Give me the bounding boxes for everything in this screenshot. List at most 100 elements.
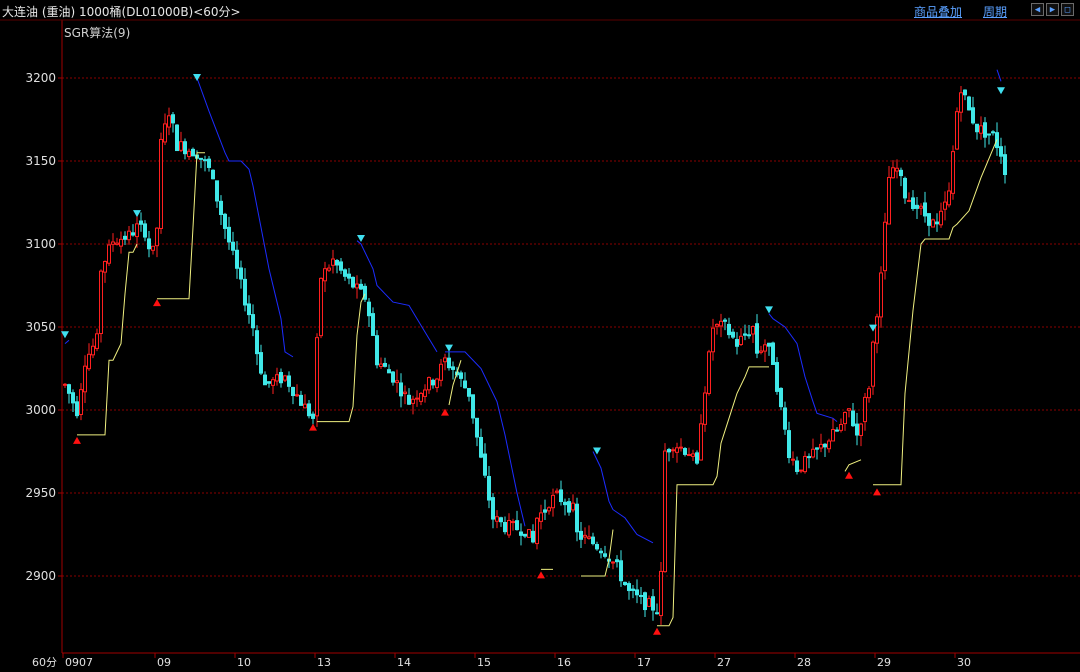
candle-body [543, 509, 547, 513]
candle-body [355, 283, 359, 289]
candle-body [447, 357, 451, 369]
candle-body [375, 335, 379, 366]
y-tick-label: 3050 [25, 320, 56, 334]
candle-body [683, 448, 687, 455]
candle-body [503, 521, 507, 533]
candle-body [979, 125, 983, 134]
support-line [157, 152, 205, 300]
candle-body [479, 436, 483, 458]
candle-body [847, 408, 851, 411]
candle-body [747, 334, 751, 337]
candle-body [723, 319, 727, 322]
candle-body [167, 115, 171, 128]
y-tick-label: 3100 [25, 237, 56, 251]
candle-body [967, 96, 971, 111]
candle-body [343, 269, 347, 277]
candle-body [163, 123, 167, 143]
sell-signal-marker [765, 306, 773, 314]
x-tick-label: 09 [157, 656, 171, 669]
candle-body [311, 413, 315, 419]
candle-body [171, 114, 175, 124]
candle-body [783, 407, 787, 430]
candle-body [659, 570, 663, 617]
candle-body [459, 372, 463, 379]
candle-body [591, 536, 595, 545]
buy-signal-marker [153, 299, 161, 307]
candle-body [863, 396, 867, 423]
candle-body [471, 394, 475, 419]
candle-body [883, 221, 887, 272]
sell-signal-marker [997, 87, 1005, 95]
candle-body [915, 204, 919, 209]
x-tick-label: 13 [317, 656, 331, 669]
candle-body [335, 260, 339, 266]
candle-body [179, 141, 183, 151]
candle-body [807, 456, 811, 459]
candle-body [111, 241, 115, 245]
candle-body [511, 521, 515, 524]
candle-body [515, 520, 519, 531]
candle-body [395, 380, 399, 384]
candle-body [951, 151, 955, 194]
candle-body [703, 392, 707, 425]
candle-body [667, 448, 671, 453]
candle-body [707, 351, 711, 394]
candle-body [855, 423, 859, 436]
candle-body [947, 190, 951, 206]
resistance-line [592, 451, 654, 544]
candle-body [527, 529, 531, 538]
candle-body [119, 238, 123, 247]
candle-body [391, 371, 395, 383]
x-tick-label: 15 [477, 656, 491, 669]
candle-body [271, 379, 275, 386]
candle-body [899, 169, 903, 177]
candle-body [231, 241, 235, 251]
candle-body [103, 260, 107, 273]
candle-body [307, 403, 311, 417]
candle-body [615, 559, 619, 563]
candle-body [999, 146, 1003, 157]
candle-body [655, 612, 659, 615]
candle-body [159, 138, 163, 229]
candle-body [819, 443, 823, 449]
candle-body [267, 381, 271, 384]
candles [63, 86, 1007, 625]
candle-body [411, 398, 415, 404]
candle-body [283, 375, 287, 381]
candle-body [687, 454, 691, 457]
candle-body [403, 391, 407, 395]
candle-body [555, 490, 559, 493]
candle-body [351, 276, 355, 288]
candle-body [75, 401, 79, 417]
candle-body [279, 372, 283, 384]
candle-body [867, 388, 871, 399]
candle-body [1003, 154, 1007, 175]
support-line [317, 293, 366, 423]
candle-body [551, 494, 555, 509]
candle-body [443, 357, 447, 363]
candle-body [619, 560, 623, 582]
resistance-line [445, 351, 526, 527]
sell-signal-marker [445, 344, 453, 352]
candle-body [603, 553, 607, 557]
candle-body [499, 517, 503, 523]
candle-body [387, 369, 391, 374]
candlestick-chart: 2900 2950 3000 3050 3100 3150 3200 60分 0907 09 10… [0, 19, 1080, 669]
candle-body [923, 202, 927, 217]
candle-body [151, 245, 155, 251]
candle-body [827, 440, 831, 450]
candle-body [971, 107, 975, 124]
candle-body [227, 226, 231, 243]
candle-body [799, 469, 803, 472]
x-tick-label: 28 [797, 656, 811, 669]
candle-body [223, 213, 227, 229]
candle-body [83, 365, 87, 393]
candle-body [795, 460, 799, 472]
candle-body [127, 230, 131, 241]
buy-signal-marker [873, 488, 881, 496]
candle-body [211, 169, 215, 180]
candle-body [99, 270, 103, 335]
candle-body [663, 450, 667, 573]
candle-body [887, 176, 891, 225]
candle-body [851, 410, 855, 427]
